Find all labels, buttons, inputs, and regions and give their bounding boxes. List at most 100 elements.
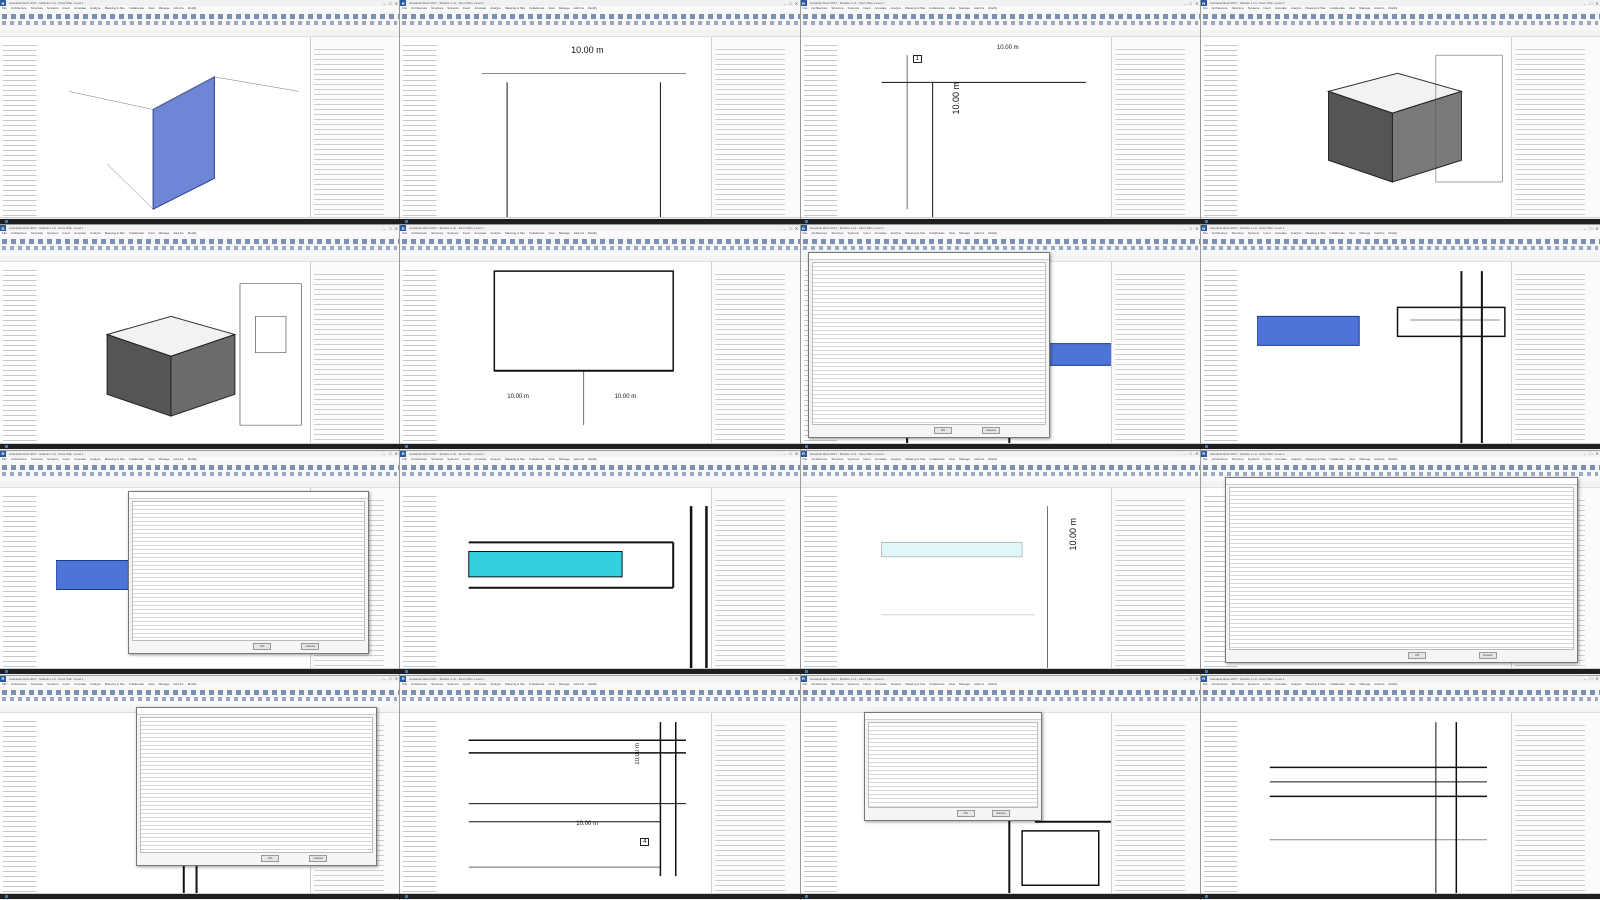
taskbar-app-icon[interactable]	[1205, 445, 1208, 448]
project-browser[interactable]	[0, 37, 57, 219]
close-button[interactable]: ✕	[794, 451, 800, 456]
ribbon-panel[interactable]	[800, 461, 1200, 483]
properties-palette[interactable]	[710, 712, 800, 894]
properties-palette[interactable]	[710, 37, 800, 219]
drawing-area[interactable]	[1256, 262, 1513, 444]
dialog-table[interactable]	[868, 721, 1039, 809]
material-browser-dialog[interactable]: OK Cancel	[135, 707, 378, 867]
dimension-label-left[interactable]: 10.00 m	[951, 82, 961, 115]
close-button[interactable]: ✕	[794, 676, 800, 681]
dialog-table[interactable]	[131, 500, 366, 642]
properties-palette[interactable]	[310, 262, 400, 444]
view-marker[interactable]: 4	[640, 837, 650, 846]
project-browser[interactable]	[400, 712, 458, 894]
properties-palette[interactable]	[1110, 37, 1200, 219]
drawing-area[interactable]	[55, 37, 312, 219]
project-browser[interactable]	[800, 712, 858, 894]
ok-button[interactable]: OK	[261, 855, 280, 863]
taskbar-app-icon[interactable]	[5, 670, 8, 673]
taskbar-app-icon[interactable]	[405, 445, 408, 448]
drawing-area[interactable]: 10.00 m	[456, 37, 712, 219]
taskbar-app-icon[interactable]	[805, 445, 808, 448]
drawing-area[interactable]: 10.00 m	[856, 487, 1112, 669]
properties-palette[interactable]	[310, 37, 400, 219]
taskbar-app-icon[interactable]	[405, 220, 408, 223]
project-browser[interactable]	[1200, 712, 1258, 894]
dialog-table[interactable]	[812, 262, 1047, 426]
dialog-table[interactable]	[1228, 487, 1575, 651]
close-button[interactable]: ✕	[393, 1, 399, 6]
wall-sweeps-dialog[interactable]: OK Cancel	[864, 711, 1043, 822]
cancel-button[interactable]: Cancel	[1478, 652, 1497, 660]
taskbar-app-icon[interactable]	[805, 895, 808, 898]
properties-palette[interactable]	[1511, 37, 1600, 219]
dimension-label-top[interactable]: 10.00 m	[571, 45, 604, 55]
taskbar-app-icon[interactable]	[1205, 895, 1208, 898]
windows-taskbar[interactable]	[0, 219, 1600, 224]
drawing-area[interactable]	[1256, 712, 1513, 894]
drawing-area[interactable]	[55, 262, 312, 444]
taskbar-app-icon[interactable]	[405, 895, 408, 898]
properties-palette[interactable]	[1110, 487, 1200, 669]
close-button[interactable]: ✕	[393, 676, 399, 681]
ribbon-panel[interactable]	[1200, 686, 1600, 708]
cancel-button[interactable]: Cancel	[981, 427, 1000, 435]
project-browser[interactable]	[1200, 37, 1258, 219]
taskbar-app-icon[interactable]	[5, 220, 8, 223]
dialog-table[interactable]	[139, 717, 374, 854]
ok-button[interactable]: OK	[1408, 652, 1427, 660]
drawing-area[interactable]: 10.00 m 10.00 m 4	[456, 712, 712, 894]
taskbar-app-icon[interactable]	[805, 220, 808, 223]
ribbon-panel[interactable]	[1200, 236, 1600, 258]
close-button[interactable]: ✕	[1194, 676, 1200, 681]
taskbar-app-icon[interactable]	[5, 445, 8, 448]
properties-palette[interactable]	[710, 487, 800, 669]
project-browser[interactable]	[400, 487, 458, 669]
project-browser[interactable]	[800, 37, 858, 219]
properties-palette[interactable]	[1110, 712, 1200, 894]
ribbon-panel[interactable]	[800, 686, 1200, 708]
properties-palette[interactable]	[710, 262, 800, 444]
taskbar-app-icon[interactable]	[1205, 220, 1208, 223]
ribbon-panel[interactable]	[0, 686, 400, 708]
windows-taskbar[interactable]	[0, 444, 1600, 449]
dimension-label-bottom[interactable]: 10.00 m	[576, 821, 598, 827]
project-browser[interactable]	[800, 487, 858, 669]
ribbon-panel[interactable]	[1200, 11, 1600, 32]
ribbon-panel[interactable]	[0, 11, 400, 32]
cancel-button[interactable]: Cancel	[991, 810, 1010, 818]
dimension-label-vertical[interactable]: 10.00 m	[635, 743, 641, 765]
windows-taskbar[interactable]	[0, 669, 1600, 674]
ok-button[interactable]: OK	[253, 643, 272, 651]
ribbon-panel[interactable]	[800, 11, 1200, 32]
ok-button[interactable]: OK	[956, 810, 975, 818]
taskbar-app-icon[interactable]	[405, 670, 408, 673]
dimension-label-bottom-left[interactable]: 10.00 m	[507, 394, 529, 400]
material-browser-dialog[interactable]: OK Cancel	[127, 490, 370, 655]
close-button[interactable]: ✕	[794, 226, 800, 231]
drawing-area[interactable]: 1 10.00 m 10.00 m	[856, 37, 1112, 219]
ribbon-panel[interactable]	[0, 236, 400, 258]
taskbar-app-icon[interactable]	[5, 895, 8, 898]
windows-taskbar[interactable]	[0, 894, 1600, 899]
ribbon-panel[interactable]	[400, 11, 800, 32]
taskbar-app-icon[interactable]	[805, 670, 808, 673]
edit-assembly-dialog[interactable]: OK Cancel	[1224, 477, 1579, 664]
dimension-label-top[interactable]: 10.00 m	[997, 45, 1019, 51]
close-button[interactable]: ✕	[1194, 226, 1200, 231]
close-button[interactable]: ✕	[1594, 226, 1600, 231]
type-properties-dialog[interactable]: OK Cancel	[808, 252, 1051, 439]
close-button[interactable]: ✕	[1194, 1, 1200, 6]
view-marker[interactable]: 1	[912, 55, 922, 63]
dimension-label-vertical[interactable]: 10.00 m	[1068, 518, 1078, 551]
close-button[interactable]: ✕	[1194, 451, 1200, 456]
properties-palette[interactable]	[1110, 262, 1200, 444]
ribbon-panel[interactable]	[400, 461, 800, 483]
close-button[interactable]: ✕	[1594, 1, 1600, 6]
drawing-area[interactable]: 10.00 m 10.00 m	[456, 262, 712, 444]
dimension-label-bottom-right[interactable]: 10.00 m	[615, 394, 637, 400]
drawing-area[interactable]	[456, 487, 712, 669]
close-button[interactable]: ✕	[1594, 451, 1600, 456]
ok-button[interactable]: OK	[934, 427, 953, 435]
cancel-button[interactable]: Cancel	[309, 855, 328, 863]
